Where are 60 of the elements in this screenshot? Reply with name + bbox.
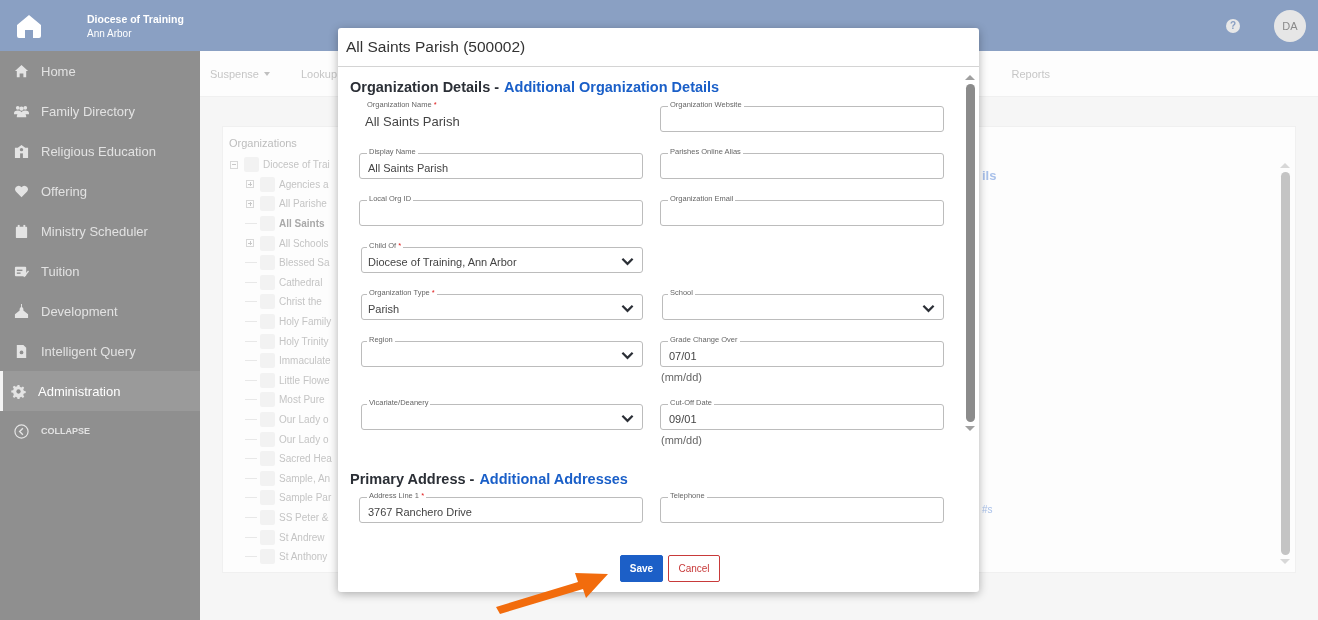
panel-title: Organizations [229,137,298,149]
caret-icon [263,71,270,76]
scrollbar[interactable] [1279,163,1291,564]
field-value: All Saints Parish [365,114,461,129]
organization-city: Ann Arbor [87,27,133,39]
expand-node-icon[interactable] [246,180,254,189]
collapse-node-icon[interactable] [230,160,238,169]
tree-item[interactable]: Immaculate [279,355,331,367]
tree-item[interactable]: Little Flowe [279,374,330,386]
section-link[interactable]: Additional Organization Details [504,79,720,95]
section-title: Organization Details - [350,79,500,95]
expand-node-icon[interactable] [246,239,254,248]
section-link[interactable]: Additional Addresses [479,471,628,487]
home-icon [14,63,29,79]
tree-item[interactable]: Sacred Hea [279,453,332,465]
sidebar-item[interactable]: Home [0,51,200,91]
link-text[interactable]: ils [982,168,997,183]
user-avatar[interactable]: DA [1274,9,1306,42]
tree-item[interactable]: Blessed Sa [279,257,330,269]
tree-item[interactable]: Sample Par [279,492,332,504]
heart-icon [14,183,29,199]
section-title: Primary Address - [350,471,475,487]
collapse-button[interactable]: COLLAPSE [0,411,200,451]
chevron-down-icon [922,304,935,313]
help-button[interactable]: ? [1226,18,1240,33]
cancel-button[interactable]: Cancel [668,555,720,582]
chevron-down-icon [621,414,634,423]
chevron-down-icon [621,351,634,360]
organization-name: Diocese of Training [87,12,184,25]
sidebar-item[interactable]: Ministry Scheduler [0,211,200,251]
sidebar-item[interactable]: Religious Education [0,131,200,171]
sidebar-item[interactable]: Offering [0,171,200,211]
expand-node-icon[interactable] [246,200,254,208]
tree-item[interactable]: Holy Family [279,316,332,328]
calendar-icon [14,223,29,239]
people-icon [14,103,29,119]
link-text[interactable]: #s [982,504,993,515]
field-hint: (mm/dd) [661,371,703,383]
field-hint: (mm/dd) [661,434,703,446]
chevron-down-icon [621,304,634,313]
sidebar-item[interactable]: Intelligent Query [0,331,200,371]
sidebar-item[interactable]: Tuition [0,251,200,291]
tree-item[interactable]: Most Pure [279,394,325,406]
tree-item[interactable]: Sample, An [279,472,331,484]
document-icon [14,343,29,359]
building-icon [14,303,29,319]
sidebar-item[interactable]: Development [0,291,200,331]
tree-item[interactable]: All Saints [279,218,325,230]
settings-icon [11,383,26,399]
collapse-icon [14,423,29,439]
sidebar-item[interactable]: Administration [0,371,200,411]
chevron-down-icon [621,257,634,266]
dialog-title: All Saints Parish (500002) [346,38,526,56]
tree-item[interactable]: Cathedral [279,276,323,288]
sidebar-item[interactable]: Family Directory [0,91,200,131]
home-logo-icon[interactable] [16,13,42,38]
save-button[interactable]: Save [620,555,663,582]
tree-item[interactable]: All Parishe [279,198,327,210]
school-icon [14,143,29,159]
tree-item[interactable]: Holy Trinity [279,335,329,347]
